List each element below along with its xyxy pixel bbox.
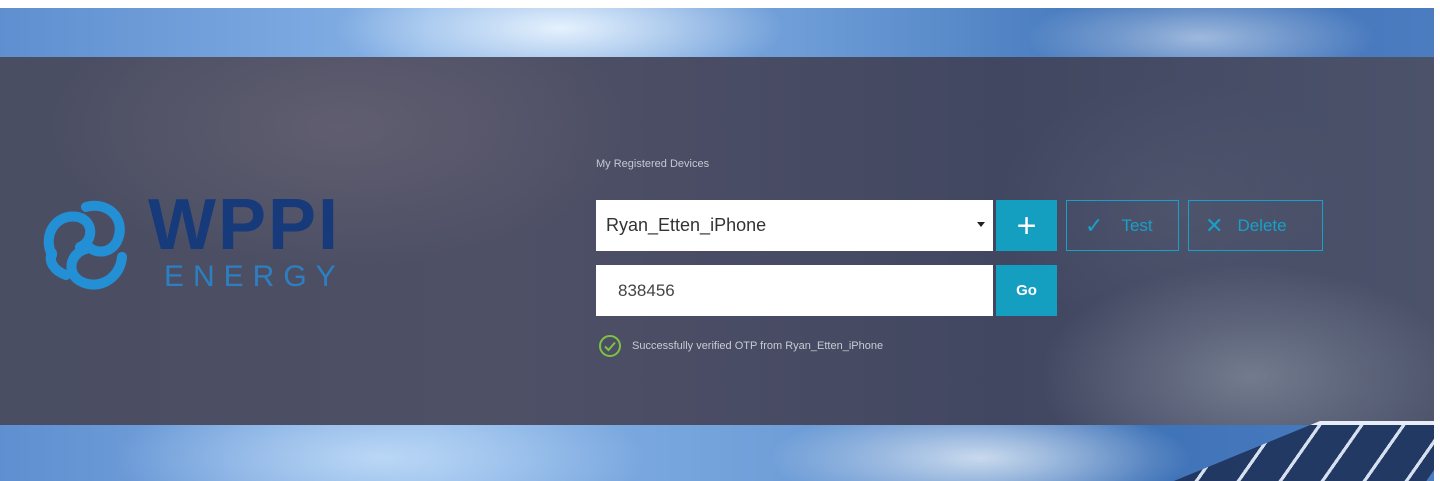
check-circle-icon [599,335,621,357]
delete-button[interactable]: ✕ Delete [1188,200,1323,251]
wppi-logo: WPPI ENERGY [36,189,356,299]
status-message-text: Successfully verified OTP from Ryan_Ette… [632,340,884,352]
go-button[interactable]: Go [996,265,1057,316]
delete-button-label: Delete [1237,215,1287,235]
plus-icon: + [1016,206,1037,245]
device-select[interactable]: Ryan_Etten_iPhone [596,200,993,251]
background-sky: WPPI ENERGY My Registered Devices Ryan_E… [0,8,1434,481]
solar-panel-graphic [1149,421,1434,481]
add-device-button[interactable]: + [996,200,1057,251]
go-button-label: Go [1016,282,1037,299]
device-select-value: Ryan_Etten_iPhone [606,215,767,235]
status-message: Successfully verified OTP from Ryan_Ette… [598,333,883,359]
wppi-swirl-logo-icon [43,200,127,290]
test-button-label: Test [1121,215,1153,235]
check-icon: ✓ [1085,212,1104,238]
test-button[interactable]: ✓ Test [1066,200,1179,251]
close-icon: ✕ [1205,212,1224,238]
registered-devices-label: My Registered Devices [596,158,710,170]
logo-wordmark: WPPI [148,185,341,265]
logo-subtitle: ENERGY [164,260,345,293]
otp-input[interactable]: 838456 [596,265,993,316]
otp-input-value: 838456 [618,280,675,300]
chevron-down-icon [977,222,985,227]
